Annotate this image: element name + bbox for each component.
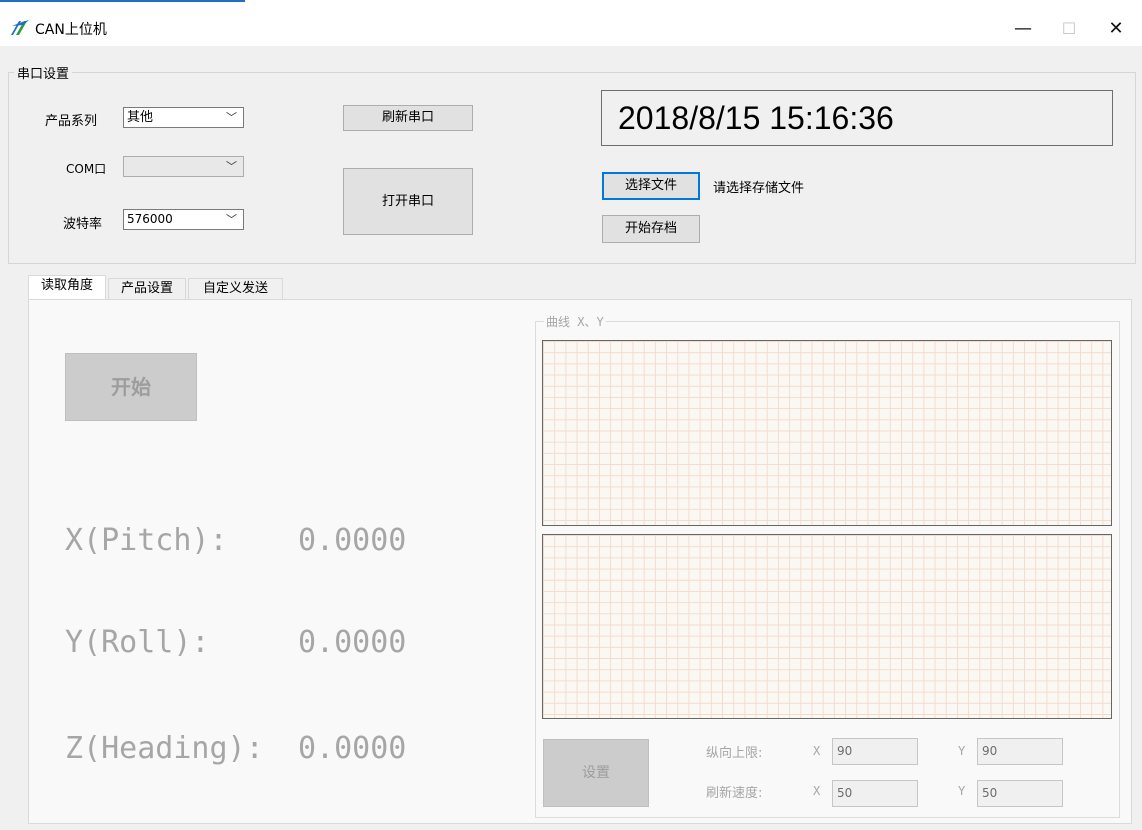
refresh-speed-y-letter: Y [958, 784, 966, 798]
baud-rate-value: 576000 [127, 212, 173, 226]
product-series-label: 产品系列 [45, 114, 98, 129]
refresh-speed-x-input[interactable]: 50 [832, 780, 918, 807]
title-bar [0, 0, 1142, 46]
minimize-button[interactable]: — [1000, 14, 1046, 44]
roll-label: Y(Roll): [65, 625, 210, 660]
baud-rate-label: 波特率 [63, 217, 103, 232]
com-port-select[interactable]: ﹀ [123, 156, 244, 177]
file-status-text: 请选择存储文件 [713, 181, 805, 196]
product-series-value: 其他 [127, 110, 154, 125]
datetime-display: 2018/8/15 15:16:36 [601, 90, 1113, 146]
window-title: CAN上位机 [35, 22, 107, 38]
title-accent-line [0, 0, 245, 2]
curve-y-chart [542, 534, 1112, 719]
chevron-down-icon: ﹀ [226, 111, 237, 124]
refresh-port-button[interactable]: 刷新串口 [343, 105, 473, 131]
heading-value: 0.0000 [298, 731, 407, 766]
app-logo-icon [10, 18, 30, 38]
pitch-value: 0.0000 [298, 523, 407, 558]
start-archive-button[interactable]: 开始存档 [602, 215, 700, 243]
curve-group-title: 曲线 X、Y [544, 313, 606, 330]
roll-value: 0.0000 [298, 625, 407, 660]
refresh-speed-label: 刷新速度: [706, 786, 763, 801]
close-button[interactable]: ✕ [1093, 14, 1139, 44]
tab-product-settings[interactable]: 产品设置 [108, 278, 186, 300]
refresh-speed-x-letter: X [813, 784, 821, 798]
tab-custom-send[interactable]: 自定义发送 [188, 278, 283, 300]
set-button[interactable]: 设置 [543, 739, 649, 807]
refresh-speed-y-input[interactable]: 50 [977, 780, 1063, 807]
heading-label: Z(Heading): [65, 731, 264, 766]
upper-limit-y-input[interactable]: 90 [977, 738, 1063, 765]
pitch-label: X(Pitch): [65, 523, 228, 558]
serial-settings-title: 串口设置 [14, 63, 73, 82]
baud-rate-select[interactable]: 576000 ﹀ [123, 209, 244, 230]
open-port-button[interactable]: 打开串口 [343, 168, 473, 235]
curve-x-chart [542, 340, 1112, 526]
start-button[interactable]: 开始 [65, 353, 197, 421]
select-file-button[interactable]: 选择文件 [602, 172, 700, 200]
tab-read-angle[interactable]: 读取角度 [28, 275, 106, 300]
upper-limit-x-input[interactable]: 90 [832, 738, 918, 765]
com-port-label: COM口 [66, 162, 107, 176]
chevron-down-icon: ﹀ [226, 160, 237, 173]
upper-limit-y-letter: Y [958, 744, 966, 758]
chevron-down-icon: ﹀ [226, 213, 237, 226]
product-series-select[interactable]: 其他 ﹀ [123, 107, 244, 128]
maximize-button: ☐ [1061, 19, 1077, 38]
upper-limit-label: 纵向上限: [706, 746, 763, 761]
upper-limit-x-letter: X [813, 744, 821, 758]
